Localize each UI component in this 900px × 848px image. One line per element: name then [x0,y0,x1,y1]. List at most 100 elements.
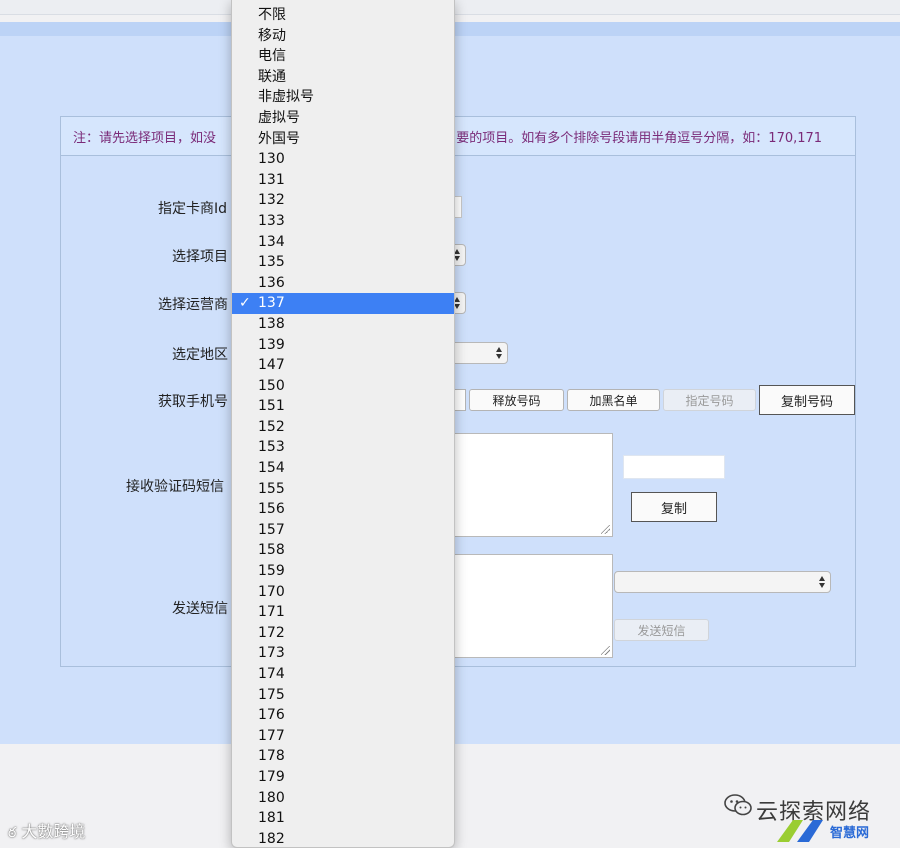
dropdown-option[interactable]: 移动 [232,26,454,47]
dropdown-option[interactable]: 176 [232,705,454,726]
copy-button[interactable]: 复制 [631,492,717,522]
dropdown-option-label: 151 [258,398,285,415]
code-input[interactable] [623,455,725,479]
dropdown-option-label: 不限 [258,7,286,23]
dropdown-option[interactable]: 135 [232,252,454,273]
dropdown-option[interactable]: 132 [232,190,454,211]
dropdown-option[interactable]: 虚拟号 [232,108,454,129]
dropdown-option-label: 174 [258,666,285,682]
operator-dropdown-list[interactable]: 不限 移动 电信 联通 非虚拟号 虚拟号 外国号 130 131 132 133 134 135 136 ✓… [231,0,455,848]
operator-label: 选择运营商 [158,297,228,313]
dropdown-option[interactable]: 150 [232,376,454,397]
dropdown-option[interactable]: 170 [232,582,454,603]
dropdown-option[interactable]: 139 [232,335,454,356]
assign-number-button[interactable]: 指定号码 [663,389,756,411]
dropdown-option[interactable]: 联通 [232,67,454,88]
blacklist-button[interactable]: 加黑名单 [567,389,660,411]
dropdown-option-label: 177 [258,727,285,744]
dropdown-option-label: 171 [258,604,285,621]
checkmark-icon: ✓ [239,295,251,312]
dropdown-option-label: 移动 [258,27,286,44]
dropdown-option-label: 157 [258,521,285,538]
dropdown-option-label: 133 [258,212,285,229]
dropdown-option-label: 134 [258,233,285,250]
dropdown-option-label: 180 [258,789,285,806]
dropdown-option[interactable]: 非虚拟号 [232,87,454,108]
resize-grip-icon [601,646,610,655]
dropdown-option[interactable]: 152 [232,417,454,438]
release-number-button[interactable]: 释放号码 [469,389,564,411]
dropdown-option-selected[interactable]: ✓ 137 [232,293,454,314]
dropdown-option[interactable]: 136 [232,273,454,294]
dropdown-option[interactable]: 158 [232,540,454,561]
copy-number-button[interactable]: 复制号码 [759,385,855,415]
sms-template-select[interactable] [614,571,831,593]
dropdown-option[interactable]: 151 [232,396,454,417]
dropdown-option[interactable]: 130 [232,149,454,170]
weibo-icon: ఠ [8,825,17,841]
send-sms-textarea[interactable] [440,554,613,658]
wechat-icon [724,794,752,816]
dropdown-option[interactable]: 147 [232,355,454,376]
dropdown-option-label: 181 [258,810,285,827]
dropdown-option[interactable]: 175 [232,685,454,706]
watermark-left: ఠ 大數跨境 [8,818,85,844]
dropdown-option-label: 138 [258,315,285,332]
dropdown-option[interactable]: 电信 [232,46,454,67]
dropdown-option-label: 外国号 [258,130,300,147]
select-arrows-icon [496,346,503,360]
dropdown-option-label: 176 [258,707,285,724]
dropdown-option-label: 130 [258,151,285,168]
dropdown-option[interactable]: 154 [232,458,454,479]
dropdown-option-label: 152 [258,418,285,435]
dropdown-option[interactable]: 131 [232,170,454,191]
dropdown-option[interactable]: 153 [232,437,454,458]
dropdown-option[interactable]: 180 [232,788,454,809]
card-vendor-id-label: 指定卡商Id [158,201,228,217]
dropdown-option[interactable]: 134 [232,232,454,253]
select-arrows-icon [454,248,461,262]
dropdown-option-label: 170 [258,583,285,600]
dropdown-option-label: 150 [258,377,285,394]
dropdown-option[interactable]: 179 [232,767,454,788]
dropdown-option-label: 虚拟号 [258,109,300,126]
project-label: 选择项目 [172,249,228,265]
dropdown-option[interactable]: 181 [232,808,454,829]
dropdown-option[interactable]: 155 [232,479,454,500]
send-sms-label: 发送短信 [172,601,228,617]
dropdown-option[interactable]: 外国号 [232,129,454,150]
dropdown-option-label: 178 [258,748,285,765]
dropdown-option[interactable]: 159 [232,561,454,582]
region-label: 选定地区 [172,347,228,363]
dropdown-option[interactable]: 173 [232,643,454,664]
receive-sms-textarea[interactable] [440,433,613,537]
dropdown-option-label: 155 [258,480,285,497]
dropdown-option-label: 联通 [258,68,286,85]
dropdown-option-label: 156 [258,501,285,518]
dropdown-option[interactable]: 133 [232,211,454,232]
dropdown-option[interactable]: 182 [232,829,454,847]
dropdown-option-label: 非虚拟号 [258,89,314,106]
select-arrows-icon [819,575,826,589]
dropdown-option-label: 139 [258,336,285,353]
dropdown-option[interactable]: 不限 [232,5,454,26]
dropdown-option[interactable]: 172 [232,623,454,644]
dropdown-option[interactable]: 138 [232,314,454,335]
dropdown-option-label: 159 [258,563,285,580]
notice-banner: 注：请先选择项目，如没 要的项目。如有多个排除号段请用半角逗号分隔，如：170,… [60,116,856,156]
dropdown-option[interactable]: 171 [232,602,454,623]
dropdown-option-label: 电信 [258,48,286,65]
get-phone-label: 获取手机号 [158,394,228,410]
notice-text-right: 要的项目。如有多个排除号段请用半角逗号分隔，如：170,171 [456,131,823,146]
dropdown-option-label: 132 [258,192,285,209]
dropdown-option[interactable]: 157 [232,520,454,541]
send-sms-button[interactable]: 发送短信 [614,619,709,641]
dropdown-option-label: 147 [258,357,285,374]
dropdown-option[interactable]: 177 [232,726,454,747]
dropdown-option[interactable]: 156 [232,499,454,520]
watermark-left-text: 大數跨境 [21,822,86,841]
dropdown-option[interactable]: 174 [232,664,454,685]
dropdown-option-label: 136 [258,274,285,291]
dropdown-option-label: 173 [258,645,285,662]
dropdown-option[interactable]: 178 [232,746,454,767]
